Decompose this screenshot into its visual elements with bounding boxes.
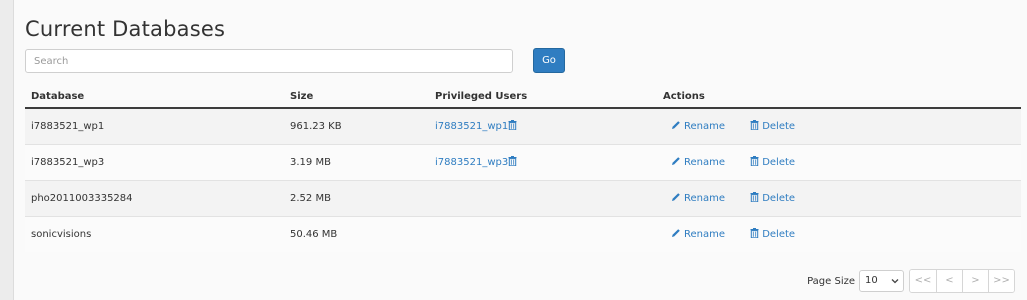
- databases-table: Database Size Privileged Users Actions i…: [25, 86, 1021, 252]
- page-size-select[interactable]: 10: [859, 270, 904, 292]
- delete-label: Delete: [762, 228, 796, 240]
- page-size-label: Page Size: [807, 275, 855, 287]
- actions-cell: Rename Delete: [657, 143, 1021, 180]
- trash-icon[interactable]: [508, 119, 517, 133]
- last-page-button[interactable]: >>: [988, 270, 1014, 292]
- rename-label: Rename: [684, 156, 726, 168]
- trash-icon: [750, 227, 759, 241]
- privileged-user-link[interactable]: i7883521_wp3: [435, 157, 508, 168]
- database-name: i7883521_wp1: [25, 107, 284, 144]
- next-page-button[interactable]: >: [962, 270, 988, 292]
- trash-icon[interactable]: [508, 155, 517, 169]
- rename-button[interactable]: Rename: [671, 192, 725, 205]
- pencil-icon: [671, 156, 681, 169]
- pencil-icon: [671, 228, 681, 241]
- rename-button[interactable]: Rename: [671, 156, 725, 169]
- go-button[interactable]: Go: [533, 48, 565, 73]
- database-name: sonicvisions: [25, 215, 284, 252]
- column-header-size: Size: [284, 86, 429, 109]
- trash-icon: [750, 119, 759, 133]
- table-row: sonicvisions 50.46 MB Rename Delete: [25, 215, 1021, 252]
- search-input[interactable]: [25, 49, 513, 73]
- actions-cell: Rename Delete: [657, 107, 1021, 144]
- privileged-user-cell: i7883521_wp3: [429, 143, 657, 180]
- actions-cell: Rename Delete: [657, 179, 1021, 216]
- delete-button[interactable]: Delete: [750, 155, 796, 169]
- database-name: i7883521_wp3: [25, 143, 284, 180]
- rename-label: Rename: [684, 120, 726, 132]
- rename-label: Rename: [684, 192, 726, 204]
- database-size: 2.52 MB: [284, 179, 429, 216]
- privileged-user-cell: [429, 179, 657, 216]
- column-header-database: Database: [25, 86, 284, 109]
- page-title: Current Databases: [25, 17, 226, 41]
- privileged-user-link[interactable]: i7883521_wp1: [435, 121, 508, 132]
- database-name: pho2011003335284: [25, 179, 284, 216]
- rename-label: Rename: [684, 228, 726, 240]
- privileged-user-cell: [429, 215, 657, 252]
- delete-button[interactable]: Delete: [750, 119, 796, 133]
- delete-label: Delete: [762, 120, 796, 132]
- trash-icon: [750, 191, 759, 205]
- table-header: Database Size Privileged Users Actions: [25, 86, 1021, 109]
- column-header-actions: Actions: [657, 86, 1021, 109]
- trash-icon: [750, 155, 759, 169]
- delete-button[interactable]: Delete: [750, 191, 796, 205]
- pencil-icon: [671, 120, 681, 133]
- page-nav: << < > >>: [909, 269, 1015, 293]
- actions-cell: Rename Delete: [657, 215, 1021, 252]
- privileged-user-cell: i7883521_wp1: [429, 107, 657, 144]
- delete-button[interactable]: Delete: [750, 227, 796, 241]
- database-size: 961.23 KB: [284, 107, 429, 144]
- database-size: 50.46 MB: [284, 215, 429, 252]
- database-size: 3.19 MB: [284, 143, 429, 180]
- pagination: Page Size 10 << < > >>: [807, 269, 1015, 293]
- rename-button[interactable]: Rename: [671, 228, 725, 241]
- page-size-value: 10: [865, 275, 878, 286]
- previous-page-button[interactable]: <: [936, 270, 962, 292]
- delete-label: Delete: [762, 192, 796, 204]
- chevron-down-icon: [891, 276, 899, 289]
- first-page-button[interactable]: <<: [910, 270, 936, 292]
- table-row: i7883521_wp1 961.23 KB i7883521_wp1 Rena…: [25, 107, 1021, 144]
- table-row: pho2011003335284 2.52 MB Rename Delete: [25, 179, 1021, 216]
- left-rail: [0, 0, 14, 300]
- pencil-icon: [671, 192, 681, 205]
- table-row: i7883521_wp3 3.19 MB i7883521_wp3 Rename…: [25, 143, 1021, 180]
- column-header-privileged-users: Privileged Users: [429, 86, 657, 109]
- rename-button[interactable]: Rename: [671, 120, 725, 133]
- delete-label: Delete: [762, 156, 796, 168]
